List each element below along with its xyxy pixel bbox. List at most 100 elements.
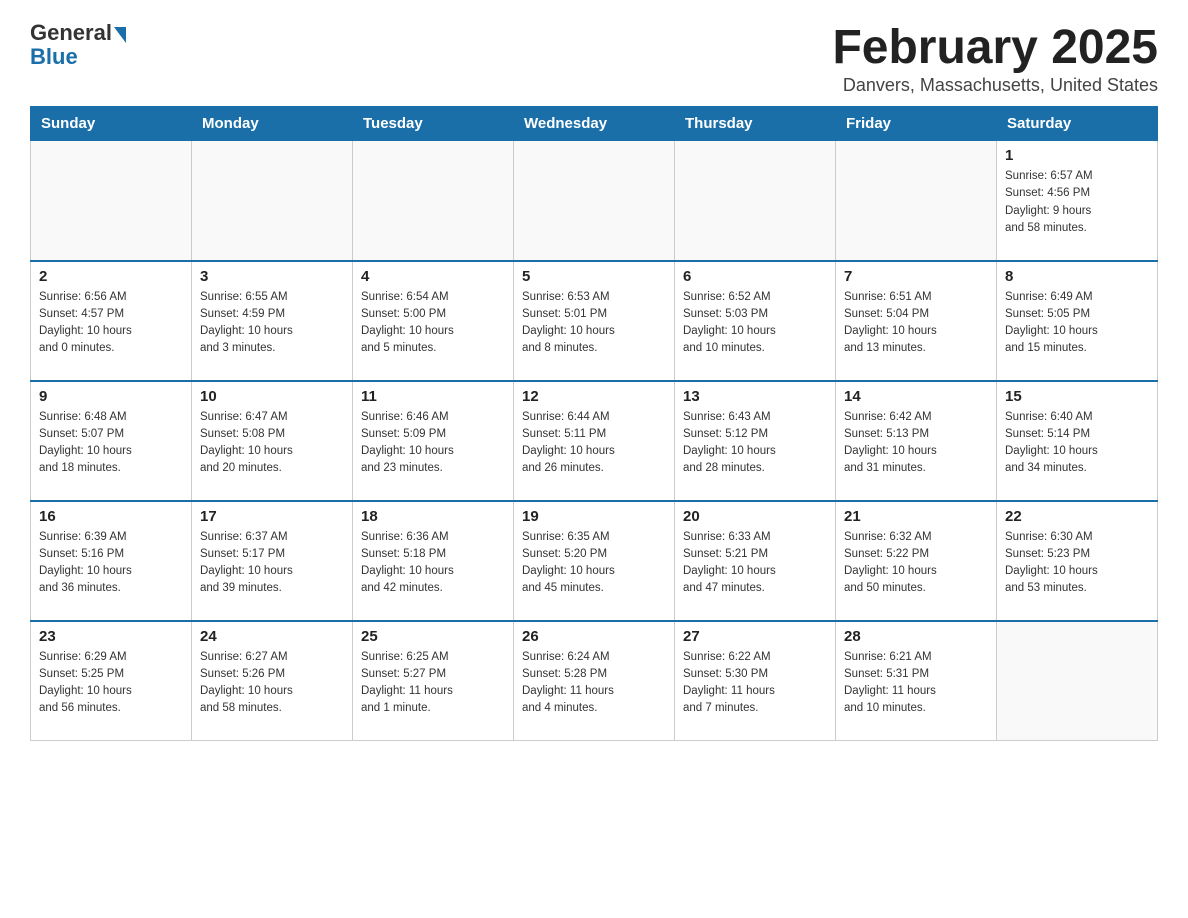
day-number: 5 (522, 268, 666, 285)
title-section: February 2025 Danvers, Massachusetts, Un… (832, 20, 1158, 96)
calendar-cell: 20 Sunrise: 6:33 AM Sunset: 5:21 PM Dayli… (675, 501, 836, 621)
column-header-saturday: Saturday (997, 107, 1158, 141)
day-number: 11 (361, 388, 505, 405)
day-info: Sunrise: 6:32 AM Sunset: 5:22 PM Dayligh… (844, 529, 988, 598)
day-number: 14 (844, 388, 988, 405)
day-number: 7 (844, 268, 988, 285)
day-info: Sunrise: 6:33 AM Sunset: 5:21 PM Dayligh… (683, 529, 827, 598)
day-info: Sunrise: 6:36 AM Sunset: 5:18 PM Dayligh… (361, 529, 505, 598)
calendar-cell: 5 Sunrise: 6:53 AM Sunset: 5:01 PM Daylig… (514, 261, 675, 381)
day-number: 2 (39, 268, 183, 285)
day-info: Sunrise: 6:40 AM Sunset: 5:14 PM Dayligh… (1005, 409, 1149, 478)
day-number: 13 (683, 388, 827, 405)
location-text: Danvers, Massachusetts, United States (832, 75, 1158, 96)
day-info: Sunrise: 6:49 AM Sunset: 5:05 PM Dayligh… (1005, 289, 1149, 358)
day-info: Sunrise: 6:27 AM Sunset: 5:26 PM Dayligh… (200, 649, 344, 718)
calendar-cell (192, 141, 353, 261)
day-number: 8 (1005, 268, 1149, 285)
calendar-cell (31, 141, 192, 261)
day-number: 21 (844, 508, 988, 525)
day-info: Sunrise: 6:30 AM Sunset: 5:23 PM Dayligh… (1005, 529, 1149, 598)
calendar-cell: 26Sunrise: 6:24 AM Sunset: 5:28 PM Dayli… (514, 621, 675, 741)
calendar-cell: 4Sunrise: 6:54 AM Sunset: 5:00 PM Daylig… (353, 261, 514, 381)
day-number: 1 (1005, 147, 1149, 164)
calendar-cell (997, 621, 1158, 741)
day-info: Sunrise: 6:39 AM Sunset: 5:16 PM Dayligh… (39, 529, 183, 598)
day-number: 10 (200, 388, 344, 405)
column-header-friday: Friday (836, 107, 997, 141)
day-number: 18 (361, 508, 505, 525)
day-number: 12 (522, 388, 666, 405)
day-info: Sunrise: 6:25 AM Sunset: 5:27 PM Dayligh… (361, 649, 505, 718)
day-info: Sunrise: 6:21 AM Sunset: 5:31 PM Dayligh… (844, 649, 988, 718)
calendar-header-row: SundayMondayTuesdayWednesdayThursdayFrid… (31, 107, 1158, 141)
logo-blue-text: Blue (30, 44, 78, 70)
day-number: 17 (200, 508, 344, 525)
week-row-5: 23 Sunrise: 6:29 AM Sunset: 5:25 PM Dayli… (31, 621, 1158, 741)
calendar-cell (836, 141, 997, 261)
day-number: 16 (39, 508, 183, 525)
calendar-cell: 15 Sunrise: 6:40 AM Sunset: 5:14 PM Dayli… (997, 381, 1158, 501)
logo-general-text: General (30, 20, 112, 46)
column-header-thursday: Thursday (675, 107, 836, 141)
day-number: 19 (522, 508, 666, 525)
calendar-cell: 18 Sunrise: 6:36 AM Sunset: 5:18 PM Dayli… (353, 501, 514, 621)
column-header-sunday: Sunday (31, 107, 192, 141)
day-info: Sunrise: 6:55 AM Sunset: 4:59 PM Dayligh… (200, 289, 344, 358)
calendar-table: SundayMondayTuesdayWednesdayThursdayFrid… (30, 106, 1158, 741)
day-number: 15 (1005, 388, 1149, 405)
day-number: 24 (200, 628, 344, 645)
column-header-wednesday: Wednesday (514, 107, 675, 141)
day-number: 6 (683, 268, 827, 285)
day-info: Sunrise: 6:51 AM Sunset: 5:04 PM Dayligh… (844, 289, 988, 358)
logo: General Blue (30, 20, 126, 70)
day-info: Sunrise: 6:53 AM Sunset: 5:01 PM Dayligh… (522, 289, 666, 358)
day-info: Sunrise: 6:22 AM Sunset: 5:30 PM Dayligh… (683, 649, 827, 718)
day-info: Sunrise: 6:56 AM Sunset: 4:57 PM Dayligh… (39, 289, 183, 358)
calendar-cell: 1 Sunrise: 6:57 AM Sunset: 4:56 PM Daylig… (997, 141, 1158, 261)
day-info: Sunrise: 6:42 AM Sunset: 5:13 PM Dayligh… (844, 409, 988, 478)
day-info: Sunrise: 6:48 AM Sunset: 5:07 PM Dayligh… (39, 409, 183, 478)
day-info: Sunrise: 6:46 AM Sunset: 5:09 PM Dayligh… (361, 409, 505, 478)
column-header-monday: Monday (192, 107, 353, 141)
calendar-cell (353, 141, 514, 261)
day-number: 20 (683, 508, 827, 525)
calendar-cell (675, 141, 836, 261)
day-info: Sunrise: 6:37 AM Sunset: 5:17 PM Dayligh… (200, 529, 344, 598)
calendar-cell: 17 Sunrise: 6:37 AM Sunset: 5:17 PM Dayli… (192, 501, 353, 621)
page-header: General Blue February 2025 Danvers, Mass… (30, 20, 1158, 96)
calendar-cell: 10Sunrise: 6:47 AM Sunset: 5:08 PM Dayli… (192, 381, 353, 501)
calendar-cell: 3Sunrise: 6:55 AM Sunset: 4:59 PM Daylig… (192, 261, 353, 381)
day-info: Sunrise: 6:57 AM Sunset: 4:56 PM Dayligh… (1005, 168, 1149, 237)
day-number: 28 (844, 628, 988, 645)
day-info: Sunrise: 6:44 AM Sunset: 5:11 PM Dayligh… (522, 409, 666, 478)
day-number: 27 (683, 628, 827, 645)
day-number: 26 (522, 628, 666, 645)
week-row-3: 9 Sunrise: 6:48 AM Sunset: 5:07 PM Daylig… (31, 381, 1158, 501)
calendar-cell: 28 Sunrise: 6:21 AM Sunset: 5:31 PM Dayli… (836, 621, 997, 741)
calendar-cell: 21 Sunrise: 6:32 AM Sunset: 5:22 PM Dayli… (836, 501, 997, 621)
calendar-cell: 24 Sunrise: 6:27 AM Sunset: 5:26 PM Dayli… (192, 621, 353, 741)
day-number: 22 (1005, 508, 1149, 525)
month-title: February 2025 (832, 20, 1158, 75)
calendar-cell: 27 Sunrise: 6:22 AM Sunset: 5:30 PM Dayli… (675, 621, 836, 741)
calendar-cell: 8 Sunrise: 6:49 AM Sunset: 5:05 PM Daylig… (997, 261, 1158, 381)
column-header-tuesday: Tuesday (353, 107, 514, 141)
calendar-cell: 11 Sunrise: 6:46 AM Sunset: 5:09 PM Dayli… (353, 381, 514, 501)
calendar-cell: 23 Sunrise: 6:29 AM Sunset: 5:25 PM Dayli… (31, 621, 192, 741)
calendar-cell: 13Sunrise: 6:43 AM Sunset: 5:12 PM Dayli… (675, 381, 836, 501)
day-number: 23 (39, 628, 183, 645)
day-info: Sunrise: 6:54 AM Sunset: 5:00 PM Dayligh… (361, 289, 505, 358)
day-info: Sunrise: 6:52 AM Sunset: 5:03 PM Dayligh… (683, 289, 827, 358)
week-row-1: 1 Sunrise: 6:57 AM Sunset: 4:56 PM Daylig… (31, 141, 1158, 261)
calendar-cell: 6 Sunrise: 6:52 AM Sunset: 5:03 PM Daylig… (675, 261, 836, 381)
calendar-cell: 2 Sunrise: 6:56 AM Sunset: 4:57 PM Daylig… (31, 261, 192, 381)
calendar-cell: 19 Sunrise: 6:35 AM Sunset: 5:20 PM Dayli… (514, 501, 675, 621)
week-row-2: 2 Sunrise: 6:56 AM Sunset: 4:57 PM Daylig… (31, 261, 1158, 381)
calendar-cell: 22 Sunrise: 6:30 AM Sunset: 5:23 PM Dayli… (997, 501, 1158, 621)
day-info: Sunrise: 6:29 AM Sunset: 5:25 PM Dayligh… (39, 649, 183, 718)
calendar-cell: 9 Sunrise: 6:48 AM Sunset: 5:07 PM Daylig… (31, 381, 192, 501)
day-info: Sunrise: 6:35 AM Sunset: 5:20 PM Dayligh… (522, 529, 666, 598)
calendar-cell: 25Sunrise: 6:25 AM Sunset: 5:27 PM Dayli… (353, 621, 514, 741)
day-number: 9 (39, 388, 183, 405)
